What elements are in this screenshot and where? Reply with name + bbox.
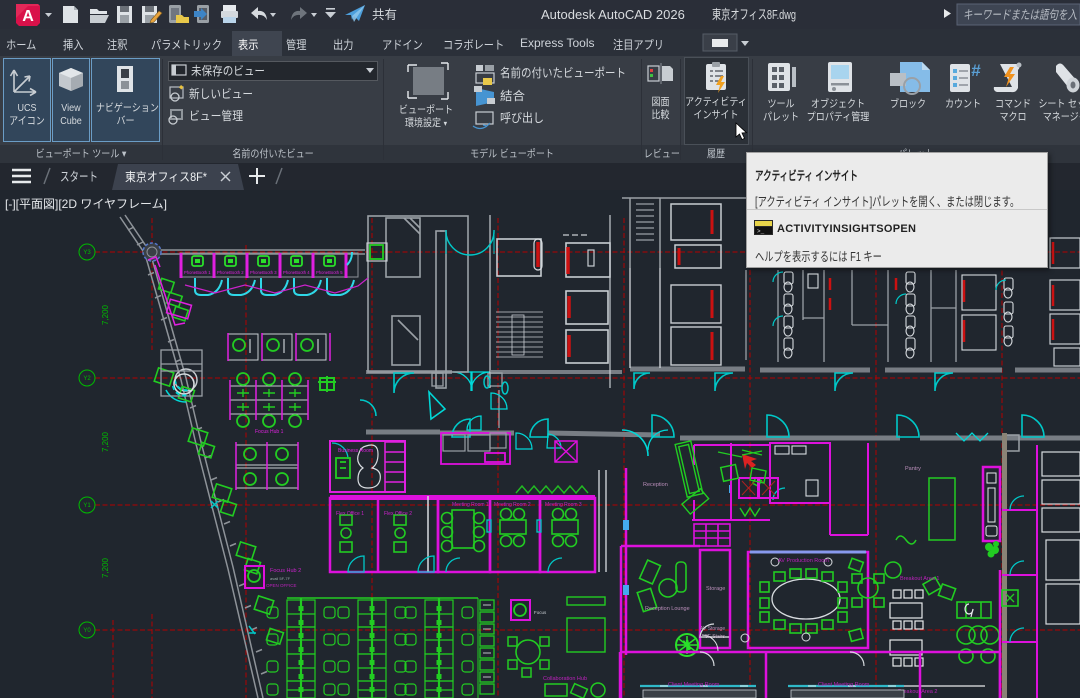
svg-text:Y2: Y2 bbox=[83, 376, 91, 382]
svg-text:ビュー管理: ビュー管理 bbox=[189, 108, 243, 123]
svg-text:共有: 共有 bbox=[372, 8, 397, 22]
svg-text:PhoneBooth 4: PhoneBooth 4 bbox=[283, 270, 310, 275]
svg-text:7,200: 7,200 bbox=[101, 304, 110, 325]
svg-text:Client Meeting Room: Client Meeting Room bbox=[818, 682, 870, 688]
svg-text:Meeting Room 3: Meeting Room 3 bbox=[545, 502, 582, 508]
svg-text:Focus Hub 2: Focus Hub 2 bbox=[270, 568, 301, 574]
svg-text:8F Stairs: 8F Stairs bbox=[705, 634, 726, 640]
svg-text:未保存のビュー: 未保存のビュー bbox=[191, 64, 265, 78]
svg-text:Storage: Storage bbox=[706, 586, 725, 592]
svg-text:>_: >_ bbox=[757, 228, 765, 235]
svg-text:Business Room: Business Room bbox=[338, 448, 373, 454]
svg-text:Reception: Reception bbox=[643, 482, 668, 488]
svg-text:PhoneBooth 1: PhoneBooth 1 bbox=[184, 270, 211, 275]
svg-text:Collaboration Hub: Collaboration Hub bbox=[543, 676, 587, 682]
svg-text:Reception Lounge: Reception Lounge bbox=[645, 606, 690, 612]
svg-text:7,200: 7,200 bbox=[101, 557, 110, 578]
svg-text:Meeting Room 1: Meeting Room 1 bbox=[452, 502, 489, 508]
svg-text:Flex Office 2: Flex Office 2 bbox=[384, 511, 412, 517]
svg-text:Focus: Focus bbox=[534, 610, 547, 615]
svg-text:Meeting Room 2: Meeting Room 2 bbox=[494, 502, 531, 508]
svg-text:7,200: 7,200 bbox=[101, 431, 110, 452]
svg-text:OPEN OFFICE: OPEN OFFICE bbox=[266, 583, 297, 588]
svg-text:Pantry: Pantry bbox=[905, 466, 921, 472]
svg-text:Focus Hub 1: Focus Hub 1 bbox=[255, 429, 284, 435]
svg-text:Client Meeting Room: Client Meeting Room bbox=[668, 682, 720, 688]
svg-text:キーワードまたは語句を入: キーワードまたは語句を入 bbox=[963, 8, 1077, 22]
svg-text:新しいビュー: 新しいビュー bbox=[189, 86, 253, 101]
svg-text:スタート: スタート bbox=[60, 170, 98, 184]
svg-text:結合: 結合 bbox=[500, 88, 525, 103]
svg-text:PhoneBooth 3: PhoneBooth 3 bbox=[250, 270, 277, 275]
svg-text:PhoneBooth 5: PhoneBooth 5 bbox=[316, 270, 343, 275]
svg-text:東京オフィス8F.dwg: 東京オフィス8F.dwg bbox=[712, 7, 796, 22]
svg-text:Y0: Y0 bbox=[83, 628, 91, 634]
svg-text:東京オフィス8F*: 東京オフィス8F* bbox=[125, 170, 207, 184]
svg-text:Y1: Y1 bbox=[83, 503, 91, 509]
svg-text:avail 5F-7F: avail 5F-7F bbox=[270, 576, 291, 581]
svg-text:[-][平面図][2D ワイヤフレーム]: [-][平面図][2D ワイヤフレーム] bbox=[5, 197, 167, 211]
svg-text:Y3: Y3 bbox=[83, 250, 91, 256]
svg-text:Flex Office 1: Flex Office 1 bbox=[336, 511, 364, 517]
svg-text:A: A bbox=[22, 8, 34, 25]
svg-text:呼び出し: 呼び出し bbox=[500, 111, 544, 125]
svg-text:#: # bbox=[971, 61, 981, 80]
svg-text:AV Production Room: AV Production Room bbox=[778, 558, 829, 564]
svg-text:Breakout Area 1: Breakout Area 1 bbox=[900, 576, 939, 582]
svg-text:名前の付いたビューポート: 名前の付いたビューポート bbox=[500, 65, 626, 80]
svg-text:PhoneBooth 2: PhoneBooth 2 bbox=[217, 270, 244, 275]
svg-text:Autodesk AutoCAD 2026: Autodesk AutoCAD 2026 bbox=[541, 7, 685, 22]
